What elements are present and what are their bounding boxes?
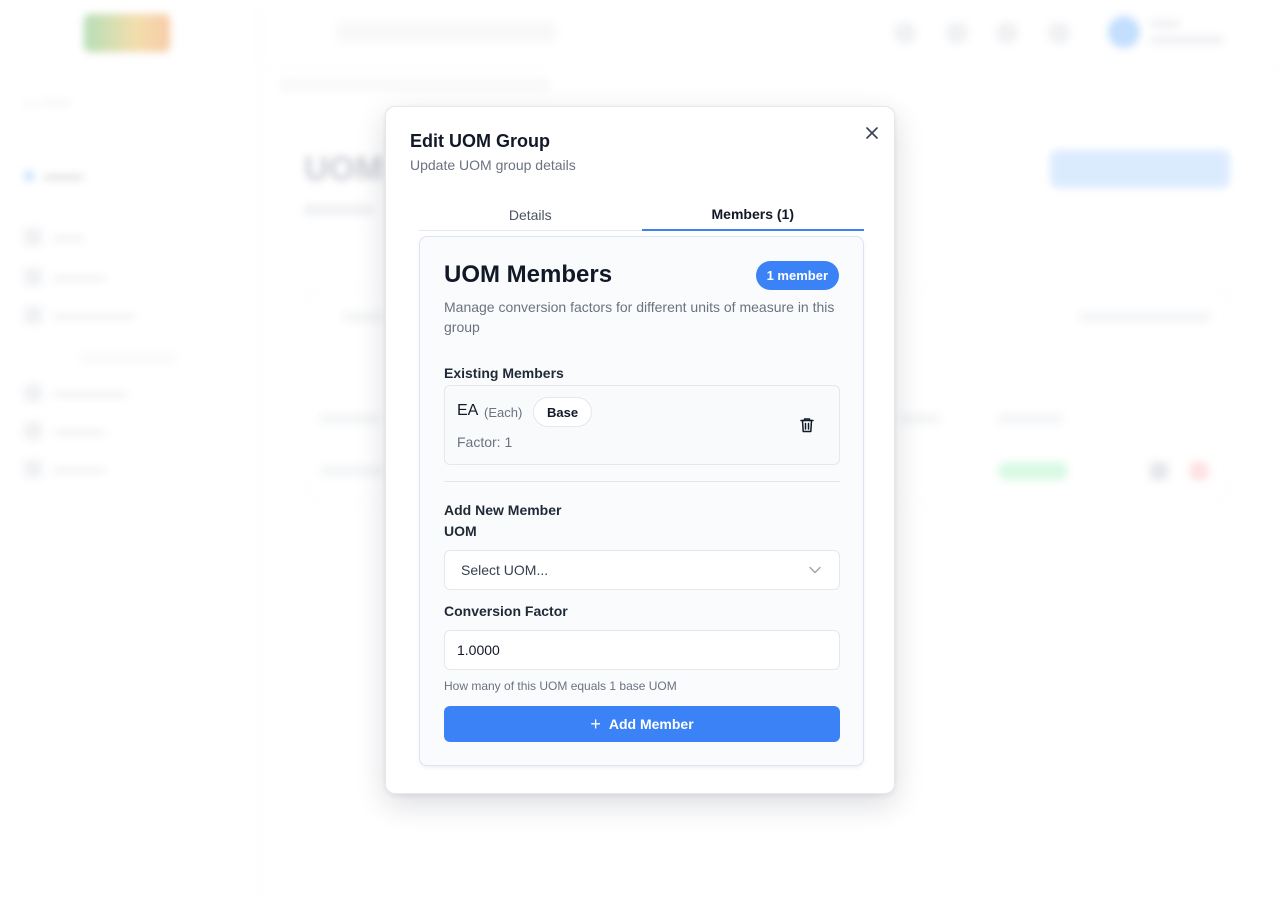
uom-label: UOM — [444, 523, 477, 539]
table-header — [998, 414, 1062, 424]
dialog-description: Update UOM group details — [410, 157, 576, 173]
search-bar — [336, 22, 556, 42]
panel-title: UOM Members — [444, 261, 613, 288]
bell-icon — [894, 22, 916, 44]
existing-members-label: Existing Members — [444, 365, 564, 381]
avatar — [1108, 16, 1140, 48]
tab-details[interactable]: Details — [419, 199, 642, 231]
edit-icon — [946, 22, 968, 44]
sidebar-item: ‒‒‒‒‒‒‒ — [24, 422, 105, 440]
settings-icon — [1048, 22, 1070, 44]
section-divider — [444, 481, 840, 482]
uom-members-panel: UOM Members 1 member Manage conversion f… — [419, 236, 864, 766]
base-badge: Base — [533, 397, 593, 427]
sidebar-divider — [80, 354, 176, 362]
close-button[interactable] — [862, 123, 882, 143]
add-member-heading: Add New Member — [444, 502, 562, 518]
edit-uom-group-dialog: Edit UOM Group Update UOM group details … — [385, 106, 895, 794]
page-title: UOM — [304, 150, 384, 188]
sidebar: ← ‒‒‒‒ ‒‒‒‒‒ ‒‒‒‒ ‒‒‒‒‒‒‒ ‒‒‒‒‒‒‒‒‒‒‒ ‒‒… — [0, 0, 260, 900]
plus-icon: + — [590, 714, 601, 734]
page-subtitle — [304, 204, 374, 216]
create-button — [1050, 150, 1230, 188]
add-member-label: Add Member — [608, 716, 694, 732]
back-link: ← ‒‒‒‒ — [24, 94, 70, 109]
sidebar-item: ‒‒‒‒‒‒‒‒‒‒ — [24, 384, 126, 402]
member-item: EA (Each) Base Factor: 1 — [444, 385, 840, 465]
conversion-factor-input[interactable] — [444, 630, 840, 670]
filter-input — [344, 312, 384, 322]
trash-icon — [800, 418, 814, 433]
delete-member-button[interactable] — [797, 414, 817, 436]
breadcrumb — [280, 78, 550, 92]
sidebar-section: ‒‒‒‒‒ — [24, 168, 83, 184]
sidebar-item: ‒‒‒‒ — [24, 228, 83, 246]
sidebar-item: ‒‒‒‒‒‒‒ — [24, 268, 105, 286]
user-role — [1150, 36, 1224, 44]
close-icon — [866, 127, 878, 139]
member-name: (Each) — [484, 405, 523, 420]
table-row — [320, 466, 384, 476]
table-header — [320, 414, 380, 424]
uom-select-value: Select UOM... — [461, 562, 549, 578]
add-member-button[interactable]: + Add Member — [444, 706, 840, 742]
conversion-factor-label: Conversion Factor — [444, 603, 568, 619]
sidebar-item: ‒‒‒‒‒‒‒ — [24, 460, 105, 478]
user-name — [1150, 20, 1180, 28]
chevron-down-icon — [809, 563, 823, 577]
logo — [84, 14, 170, 52]
help-icon — [996, 22, 1018, 44]
delete-icon — [1190, 462, 1208, 480]
status-badge — [998, 462, 1068, 480]
uom-select[interactable]: Select UOM... — [444, 550, 840, 590]
conversion-factor-help: How many of this UOM equals 1 base UOM — [444, 679, 677, 693]
dialog-title: Edit UOM Group — [410, 131, 550, 151]
panel-description: Manage conversion factors for different … — [444, 299, 835, 335]
tab-members[interactable]: Members (1) — [641, 199, 864, 231]
edit-icon — [1150, 462, 1168, 480]
tab-list: Details Members (1) — [419, 199, 864, 231]
filter-toggle — [1080, 312, 1210, 322]
sidebar-item: ‒‒‒‒‒‒‒‒‒‒‒ — [24, 306, 134, 324]
member-count-badge: 1 member — [755, 261, 839, 290]
member-code: EA — [457, 402, 479, 419]
table-header — [900, 414, 940, 424]
member-factor: Factor: 1 — [457, 434, 513, 450]
